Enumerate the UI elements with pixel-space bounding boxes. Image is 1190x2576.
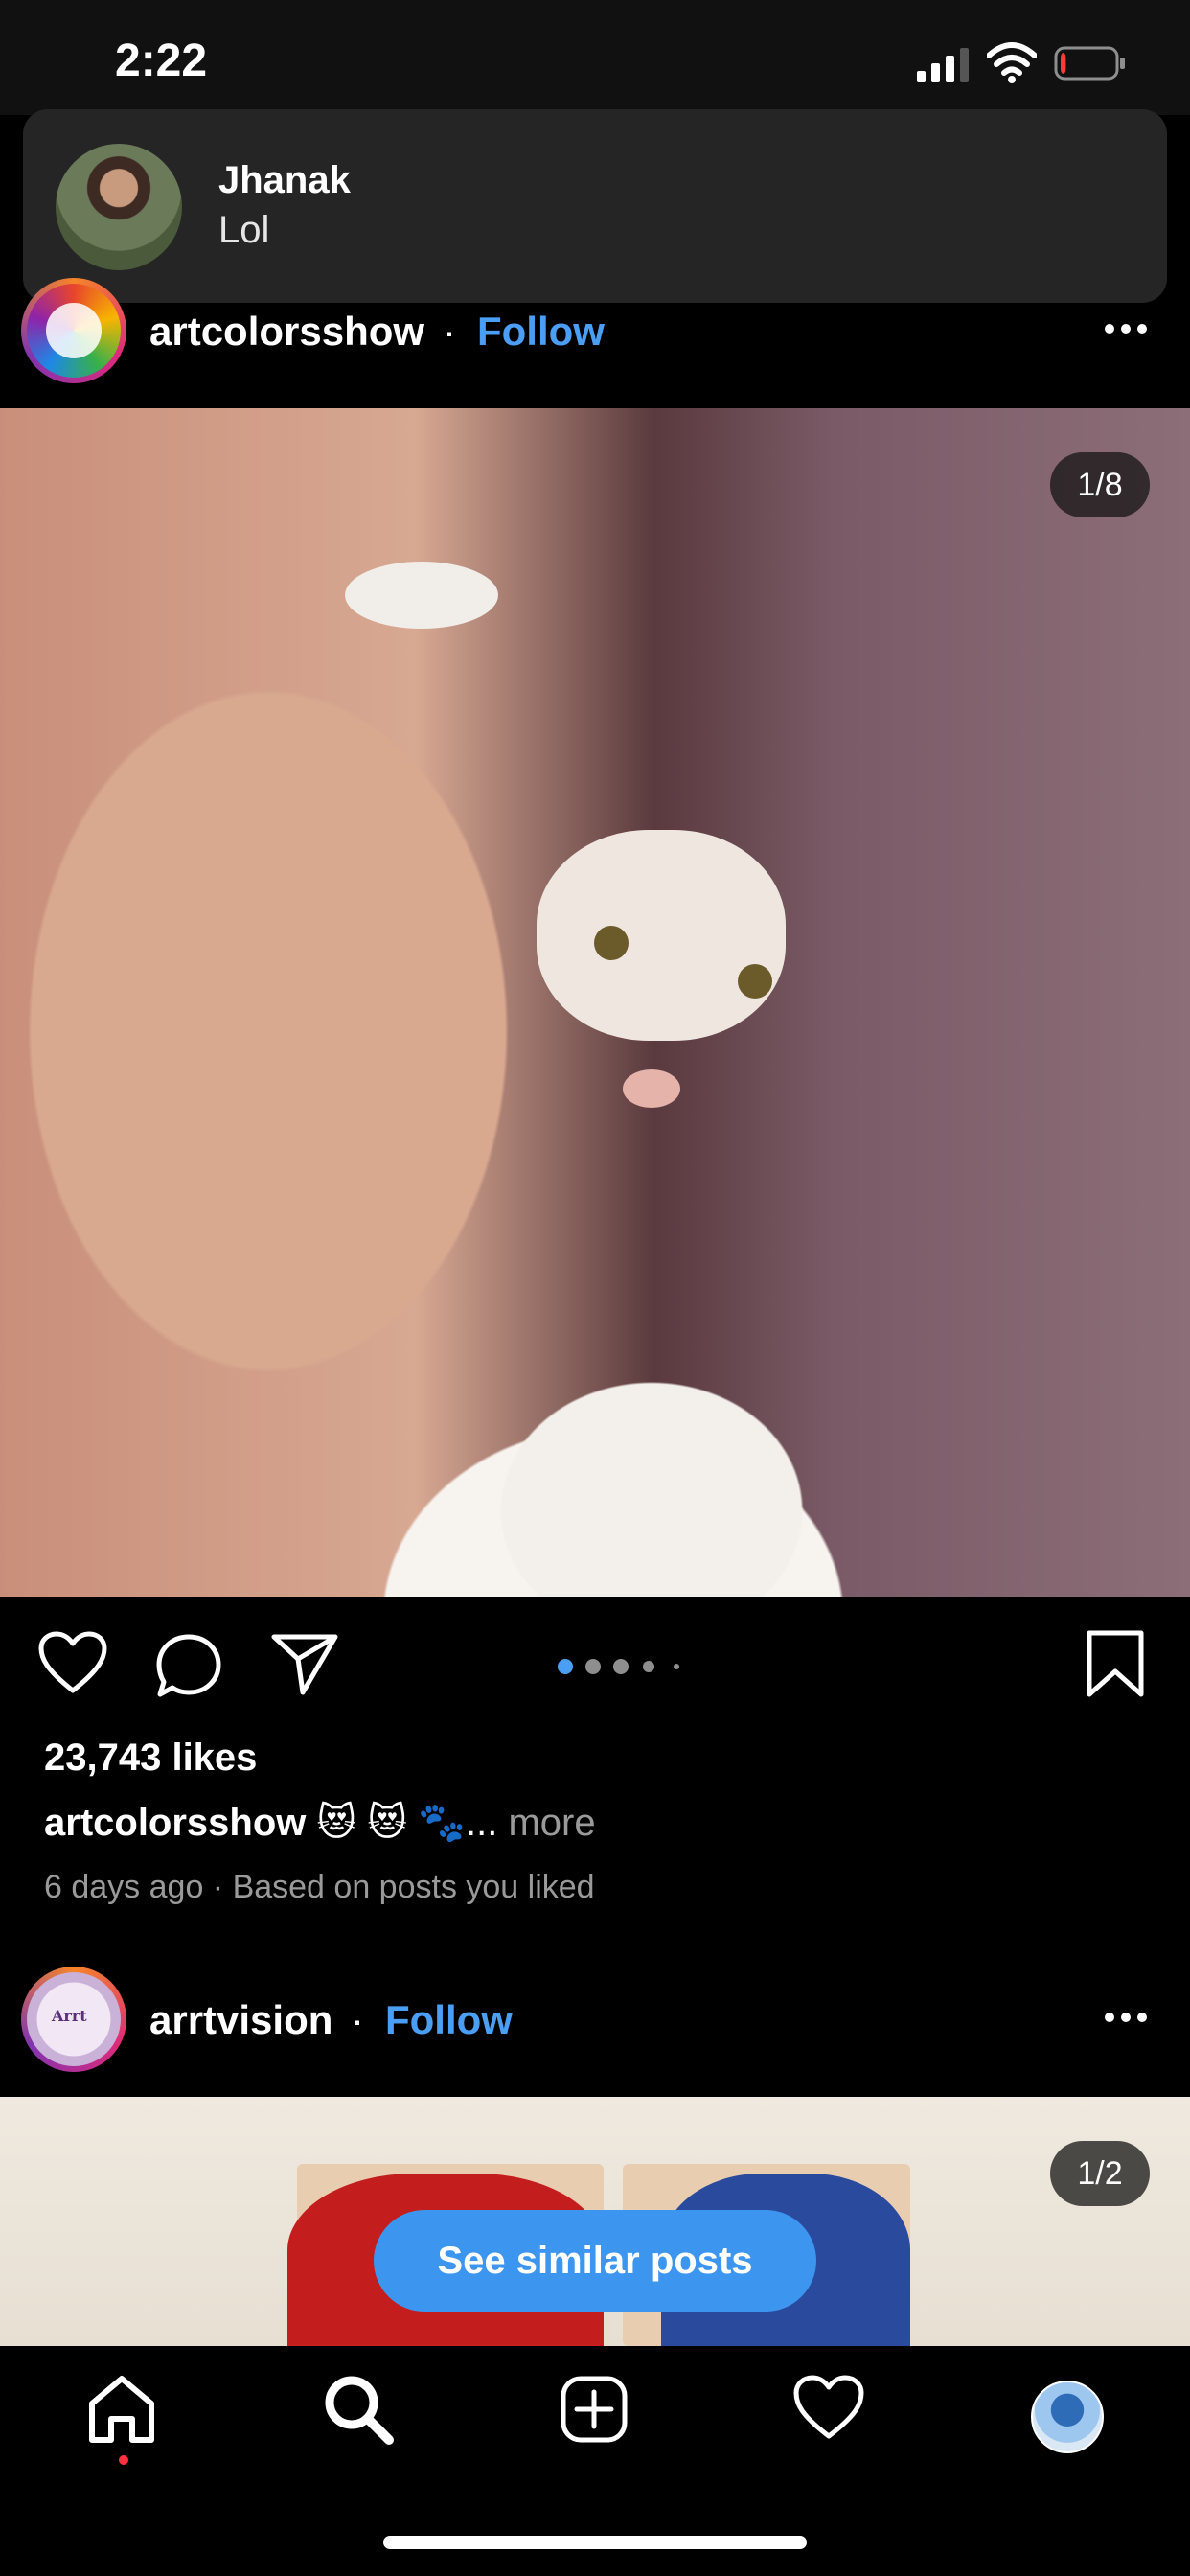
home-indicator [383, 2536, 807, 2549]
notification-sender: Jhanak [218, 159, 351, 201]
separator-dot: · [351, 1997, 364, 2042]
photo-cat-nose [623, 1070, 680, 1108]
photo-cat-detail [537, 830, 786, 1041]
carousel-dot [674, 1664, 679, 1669]
caption-ellipsis: ... [465, 1802, 498, 1844]
profile-avatar[interactable] [1031, 2380, 1104, 2453]
carousel-dot-active [558, 1659, 573, 1674]
share-send-icon[interactable] [270, 1633, 339, 1696]
more-options-icon[interactable] [1104, 322, 1148, 335]
notification-message: Lol [218, 209, 270, 251]
carousel-dot [585, 1659, 601, 1674]
post-photo[interactable] [0, 408, 1190, 1597]
likes-count[interactable]: 23,743 likes [44, 1736, 257, 1780]
photo-counter: 1/8 [1050, 452, 1150, 518]
follow-button[interactable]: Follow [385, 1997, 513, 2043]
separator-dot: · [443, 309, 456, 354]
carousel-dot [613, 1659, 629, 1674]
more-options-icon[interactable] [1104, 2011, 1148, 2024]
home-notification-dot [119, 2455, 128, 2465]
arrtvision-logo: Arrt [52, 2007, 87, 2025]
post-meta: 6 days ago · Based on posts you liked [44, 1869, 595, 1905]
like-heart-icon[interactable] [38, 1631, 107, 1694]
post-avatar[interactable]: Arrt [21, 1966, 126, 2072]
wifi-icon [987, 42, 1037, 83]
status-time: 2:22 [115, 35, 208, 86]
notification-banner[interactable] [23, 109, 1167, 303]
new-post-icon[interactable] [560, 2375, 629, 2444]
photo-counter: 1/2 [1050, 2141, 1150, 2206]
caption-more-link[interactable]: more [508, 1802, 595, 1844]
home-icon[interactable] [86, 2373, 157, 2444]
post-username[interactable]: artcolorsshow [149, 309, 424, 355]
photo-cat-eye-left [594, 926, 629, 960]
carousel-dots [558, 1659, 679, 1674]
save-bookmark-icon[interactable] [1085, 1629, 1146, 1698]
activity-heart-icon[interactable] [793, 2375, 864, 2440]
follow-button[interactable]: Follow [477, 309, 605, 355]
caption-username[interactable]: artcolorsshow [44, 1802, 306, 1844]
battery-low-icon [1054, 46, 1125, 80]
photo-cat-eye-right [738, 964, 772, 999]
search-icon[interactable] [322, 2373, 395, 2446]
notification-avatar [56, 144, 182, 270]
post-username[interactable]: arrtvision [149, 1997, 332, 2043]
cellular-signal-icon [917, 48, 969, 82]
caption-text: 😻 😻 🐾 [316, 1802, 466, 1844]
comment-icon[interactable] [155, 1633, 222, 1698]
post-avatar[interactable] [21, 278, 126, 383]
carousel-dot [643, 1661, 654, 1672]
see-similar-posts-button[interactable]: See similar posts [374, 2210, 816, 2312]
post-caption[interactable]: artcolorsshow 😻 😻 🐾... more [44, 1800, 596, 1845]
photo-eye-detail [345, 562, 498, 629]
